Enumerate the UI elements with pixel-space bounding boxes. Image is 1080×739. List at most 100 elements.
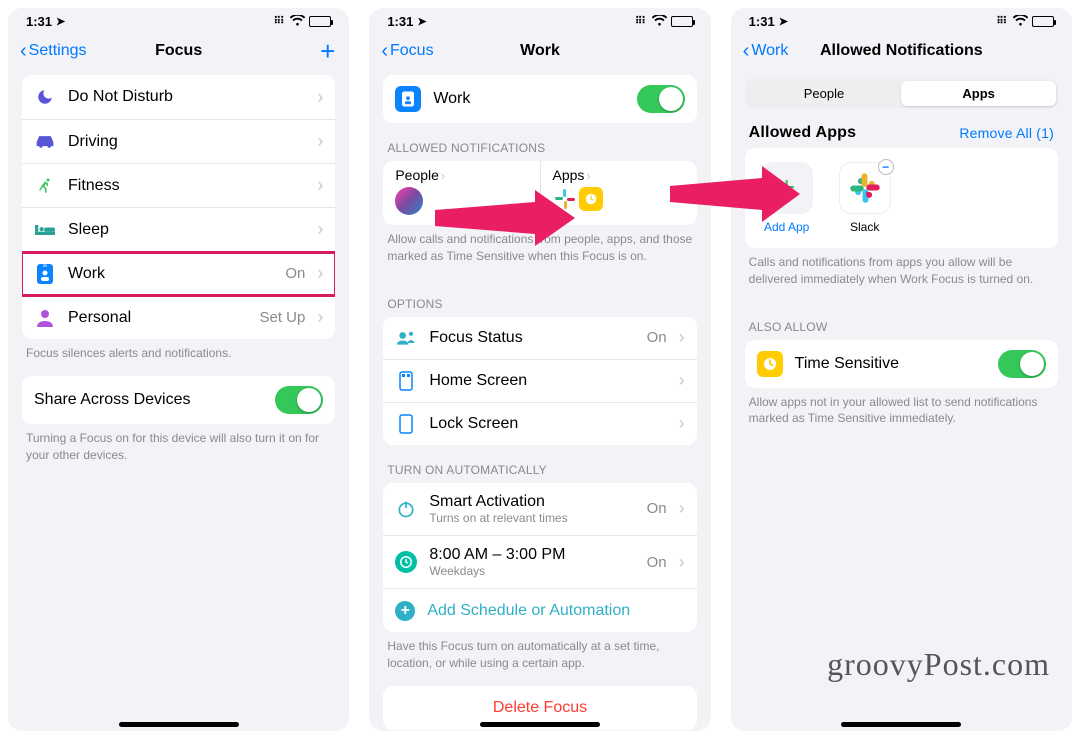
chevron-right-icon: ›: [679, 552, 685, 573]
chevron-right-icon: ›: [317, 131, 323, 152]
badge-icon: [34, 263, 56, 285]
clock-app-icon: [579, 187, 603, 211]
time-sensitive-row[interactable]: Time Sensitive: [745, 340, 1058, 388]
chevron-right-icon: ›: [679, 327, 685, 348]
focus-dnd[interactable]: Do Not Disturb ›: [22, 75, 335, 119]
row-label: Sleep: [68, 221, 305, 239]
home-screen-icon: [395, 370, 417, 392]
section-also-allow: ALSO ALLOW: [745, 302, 1058, 340]
apps-label: Apps: [553, 167, 585, 183]
status-bar: 1:31 ➤ ⠿⠇: [731, 8, 1072, 31]
share-footer: Turning a Focus on for this device will …: [22, 424, 335, 478]
status-time: 1:31: [26, 14, 52, 29]
phone-screen-work-focus: 1:31 ➤ ⠿⠇ ‹ Focus Work Work AL: [369, 8, 710, 731]
home-indicator[interactable]: [480, 722, 600, 727]
row-label: Lock Screen: [429, 415, 666, 433]
home-indicator[interactable]: [841, 722, 961, 727]
clock-icon: [395, 551, 417, 573]
focus-status-icon: [395, 327, 417, 349]
chevron-right-icon: ›: [441, 168, 445, 183]
toggle-on[interactable]: [998, 350, 1046, 378]
people-label: People: [395, 167, 439, 183]
work-toggle-row[interactable]: Work: [383, 75, 696, 123]
status-time: 1:31: [387, 14, 413, 29]
status-bar: 1:31 ➤ ⠿⠇: [8, 8, 349, 31]
add-app-label: Add App: [764, 220, 809, 234]
section-allowed-notifications: ALLOWED NOTIFICATIONS: [383, 123, 696, 161]
apps-section[interactable]: Apps›: [540, 161, 697, 225]
row-label: Time Sensitive: [795, 355, 986, 373]
row-label: Home Screen: [429, 372, 666, 390]
home-indicator[interactable]: [119, 722, 239, 727]
share-across-devices[interactable]: Share Across Devices: [22, 376, 335, 424]
car-icon: [34, 131, 56, 153]
allowed-notifications-card: People› Apps›: [383, 161, 696, 225]
option-focus-status[interactable]: Focus Status On ›: [383, 317, 696, 359]
nav-bar: ‹ Work Allowed Notifications: [731, 31, 1072, 75]
page-title: Allowed Notifications: [731, 42, 1072, 60]
status-time: 1:31: [749, 14, 775, 29]
plus-circle-icon: +: [395, 601, 415, 621]
auto-add[interactable]: + Add Schedule or Automation: [383, 588, 696, 632]
row-sublabel: Weekdays: [429, 564, 634, 578]
chevron-right-icon: ›: [679, 413, 685, 434]
app-name-label: Slack: [850, 220, 879, 234]
cellular-icon: ⠿⠇: [274, 16, 287, 27]
toggle-on[interactable]: [637, 85, 685, 113]
focus-work[interactable]: Work On ›: [22, 251, 335, 295]
badge-icon: [395, 86, 421, 112]
remove-badge-icon[interactable]: −: [878, 159, 894, 175]
seg-people[interactable]: People: [747, 81, 902, 106]
add-button[interactable]: +: [320, 36, 335, 67]
focus-fitness[interactable]: Fitness ›: [22, 163, 335, 207]
plus-icon: +: [778, 171, 796, 205]
row-label: Add Schedule or Automation: [427, 602, 684, 620]
add-app-button[interactable]: + Add App: [757, 162, 817, 234]
wifi-icon: [290, 15, 305, 29]
focus-sleep[interactable]: Sleep ›: [22, 207, 335, 251]
row-value: On: [285, 265, 305, 282]
seg-apps[interactable]: Apps: [901, 81, 1056, 106]
row-label: Work: [433, 90, 624, 108]
focus-personal[interactable]: Personal Set Up ›: [22, 295, 335, 339]
row-label: Share Across Devices: [34, 391, 263, 409]
apps-footer: Calls and notifications from apps you al…: [745, 248, 1058, 302]
chevron-right-icon: ›: [317, 307, 323, 328]
option-home-screen[interactable]: Home Screen ›: [383, 359, 696, 402]
section-options: OPTIONS: [383, 279, 696, 317]
allowed-footer: Allow calls and notifications from peopl…: [383, 225, 696, 279]
allowed-app-slack[interactable]: − Slack: [835, 162, 895, 234]
remove-all-link[interactable]: Remove All (1): [959, 125, 1054, 141]
row-label: Fitness: [68, 177, 305, 195]
time-sensitive-icon: [757, 351, 783, 377]
row-value: Set Up: [259, 309, 305, 326]
nav-bar: ‹ Focus Work: [369, 31, 710, 75]
focus-driving[interactable]: Driving ›: [22, 119, 335, 163]
row-label: Smart Activation: [429, 493, 634, 511]
wifi-icon: [1013, 15, 1028, 29]
auto-smart[interactable]: Smart Activation Turns on at relevant ti…: [383, 483, 696, 535]
wifi-icon: [652, 15, 667, 29]
delete-label: Delete Focus: [493, 699, 587, 717]
battery-icon: [1032, 16, 1054, 27]
location-icon: ➤: [779, 15, 788, 28]
toggle-on[interactable]: [275, 386, 323, 414]
row-label: Do Not Disturb: [68, 88, 305, 106]
status-bar: 1:31 ➤ ⠿⠇: [369, 8, 710, 31]
bed-icon: [34, 219, 56, 241]
avatar-icon: [395, 187, 423, 215]
watermark: groovyPost.com: [827, 646, 1050, 683]
phone-screen-allowed-notifications: 1:31 ➤ ⠿⠇ ‹ Work Allowed Notifications P…: [731, 8, 1072, 731]
auto-time[interactable]: 8:00 AM – 3:00 PM Weekdays On ›: [383, 535, 696, 588]
cellular-icon: ⠿⠇: [635, 16, 648, 27]
page-title: Work: [369, 42, 710, 60]
row-label: Driving: [68, 133, 305, 151]
chevron-right-icon: ›: [317, 219, 323, 240]
row-value: On: [647, 554, 667, 571]
segmented-control: People Apps: [745, 79, 1058, 108]
allowed-apps-title: Allowed Apps: [749, 124, 857, 142]
option-lock-screen[interactable]: Lock Screen ›: [383, 402, 696, 445]
row-label: 8:00 AM – 3:00 PM: [429, 546, 634, 564]
runner-icon: [34, 175, 56, 197]
people-section[interactable]: People›: [383, 161, 539, 225]
